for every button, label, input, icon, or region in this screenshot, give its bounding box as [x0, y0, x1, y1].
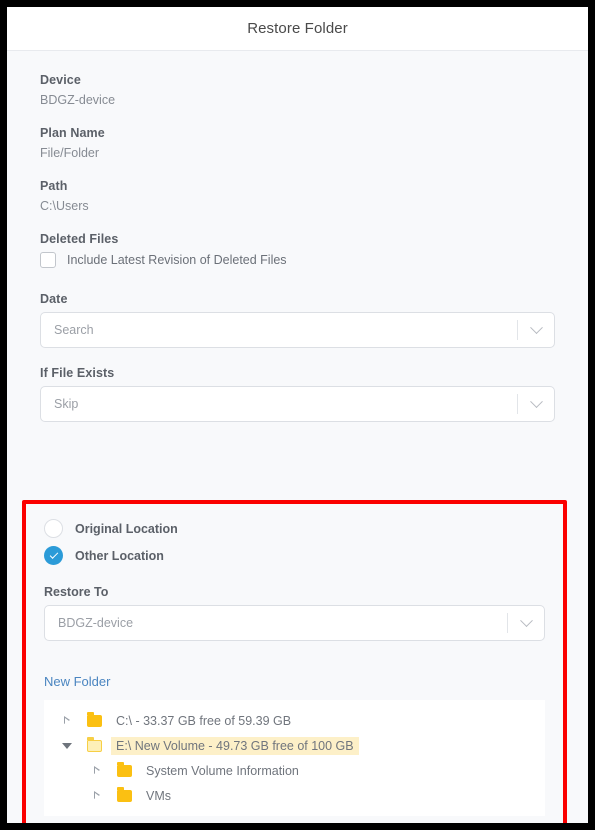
- folder-tree: C:\ - 33.37 GB free of 59.39 GB E:\ New …: [44, 700, 545, 816]
- restore-folder-dialog: Restore Folder Device BDGZ-device Plan N…: [7, 7, 588, 823]
- triangle-right-icon[interactable]: [88, 766, 106, 775]
- other-location-radio-selected[interactable]: [44, 546, 63, 565]
- include-deleted-files-row[interactable]: Include Latest Revision of Deleted Files: [40, 252, 555, 268]
- list-item: System Volume Information: [146, 763, 299, 778]
- date-select[interactable]: Search: [40, 312, 555, 348]
- triangle-down-icon[interactable]: [58, 742, 76, 749]
- folder-closed-icon: [87, 712, 102, 727]
- original-location-label: Original Location: [75, 521, 178, 536]
- chevron-down-icon[interactable]: [508, 613, 544, 628]
- table-row[interactable]: E:\ New Volume - 49.73 GB free of 100 GB: [44, 733, 545, 758]
- original-location-radio[interactable]: [44, 519, 63, 538]
- other-location-label: Other Location: [75, 548, 164, 563]
- folder-open-icon: [86, 736, 102, 752]
- device-value: BDGZ-device: [40, 93, 116, 107]
- dialog-body: Device BDGZ-device Plan Name File/Folder…: [7, 51, 588, 823]
- restore-to-label: Restore To: [44, 585, 109, 599]
- restore-to-select[interactable]: BDGZ-device: [44, 605, 545, 641]
- page-title: Restore Folder: [247, 20, 348, 37]
- table-row[interactable]: C:\ - 33.37 GB free of 59.39 GB: [44, 708, 545, 733]
- if-file-exists-value: Skip: [54, 397, 79, 411]
- table-row[interactable]: VMs: [44, 783, 545, 808]
- plan-name-value: File/Folder: [40, 146, 100, 160]
- folder-closed-icon: [117, 762, 132, 777]
- check-icon: [49, 549, 58, 559]
- date-label: Date: [40, 292, 68, 306]
- list-item: E:\ New Volume - 49.73 GB free of 100 GB: [111, 736, 359, 755]
- if-file-exists-label: If File Exists: [40, 366, 115, 380]
- deleted-files-label: Deleted Files: [40, 232, 119, 246]
- plan-name-label: Plan Name: [40, 126, 105, 140]
- dialog-titlebar: Restore Folder: [7, 7, 588, 51]
- include-deleted-files-label: Include Latest Revision of Deleted Files: [67, 253, 287, 267]
- path-value: C:\Users: [40, 199, 89, 213]
- triangle-right-icon[interactable]: [88, 791, 106, 800]
- device-label: Device: [40, 73, 81, 87]
- chevron-down-icon[interactable]: [518, 394, 554, 409]
- screenshot-root: Restore Folder Device BDGZ-device Plan N…: [0, 0, 595, 830]
- triangle-right-icon[interactable]: [58, 716, 76, 725]
- folder-closed-icon: [117, 787, 132, 802]
- path-label: Path: [40, 179, 68, 193]
- include-deleted-files-checkbox[interactable]: [40, 252, 56, 268]
- table-row[interactable]: System Volume Information: [44, 758, 545, 783]
- list-item: C:\ - 33.37 GB free of 59.39 GB: [116, 713, 292, 728]
- chevron-down-icon[interactable]: [518, 320, 554, 335]
- if-file-exists-select[interactable]: Skip: [40, 386, 555, 422]
- list-item: VMs: [146, 788, 171, 803]
- new-folder-link[interactable]: New Folder: [44, 674, 110, 689]
- original-location-row[interactable]: Original Location: [44, 519, 545, 538]
- restore-to-value: BDGZ-device: [58, 616, 134, 630]
- other-location-row[interactable]: Other Location: [44, 546, 545, 565]
- date-input[interactable]: Search: [41, 323, 517, 337]
- location-highlight-region: Original Location Other Location Restore…: [22, 500, 567, 823]
